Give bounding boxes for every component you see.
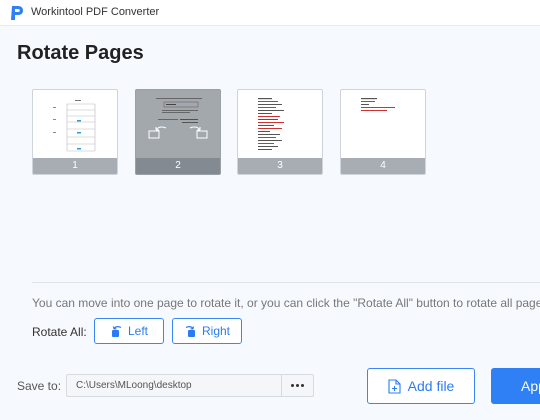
- rotate-left-icon: [111, 325, 122, 337]
- add-file-label: Add file: [407, 378, 455, 394]
- rotate-right-label: Right: [201, 324, 230, 338]
- title-bar: Workintool PDF Converter: [0, 0, 540, 26]
- divider: [32, 282, 540, 283]
- save-path-input[interactable]: [67, 375, 281, 396]
- rotate-all-right-button[interactable]: Right: [172, 318, 242, 344]
- page-preview: [361, 98, 395, 111]
- page-number: 2: [136, 158, 220, 174]
- rotate-hint-text: You can move into one page to rotate it,…: [32, 296, 540, 310]
- app-logo-icon: [11, 6, 23, 20]
- page-title: Rotate Pages: [17, 42, 144, 64]
- browse-folder-button[interactable]: [282, 375, 313, 396]
- page-thumbnail-4[interactable]: 4: [340, 89, 426, 175]
- save-path-field: [66, 374, 314, 397]
- ellipsis-dot: [301, 384, 304, 387]
- rotate-right-icon: [185, 325, 195, 337]
- page-preview: [258, 98, 284, 150]
- page-number: 1: [33, 158, 117, 174]
- page-number: 4: [341, 158, 425, 174]
- apply-button[interactable]: Apply: [491, 368, 540, 404]
- app-title: Workintool PDF Converter: [31, 6, 160, 18]
- page-number: 3: [238, 158, 322, 174]
- rotate-left-icon[interactable]: [148, 125, 168, 139]
- rotate-left-label: Left: [127, 324, 148, 338]
- file-plus-icon: [388, 378, 401, 394]
- save-to-label: Save to:: [17, 379, 62, 393]
- apply-label: Apply: [521, 378, 540, 394]
- page-thumbnail-1[interactable]: 1: [32, 89, 118, 175]
- page-thumbnail-3[interactable]: 3: [237, 89, 323, 175]
- page-preview: [53, 100, 97, 156]
- page-thumbnail-2[interactable]: 2: [135, 89, 221, 175]
- rotate-all-label: Rotate All:: [32, 325, 87, 339]
- rotate-right-icon[interactable]: [188, 125, 208, 139]
- rotate-all-left-button[interactable]: Left: [94, 318, 164, 344]
- rotate-pages-panel: Rotate Pages 1 2 3 4 You can move into o…: [0, 26, 540, 420]
- ellipsis-dot: [291, 384, 294, 387]
- ellipsis-dot: [296, 384, 299, 387]
- add-file-button[interactable]: Add file: [367, 368, 475, 404]
